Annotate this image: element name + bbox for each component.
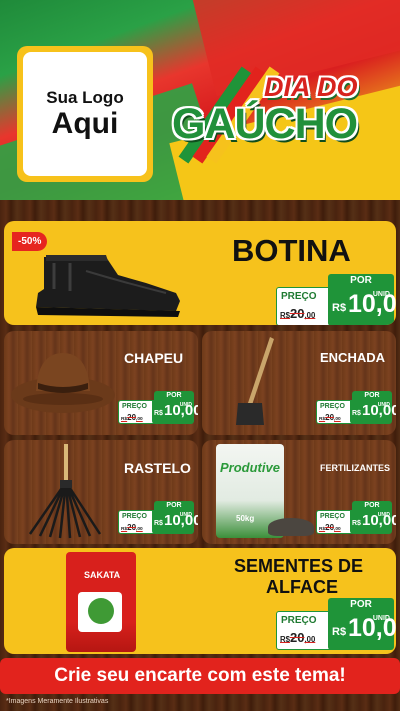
create-flyer-banner[interactable]: Crie seu encarte com este tema! — [0, 658, 400, 694]
unit-label: UNID — [179, 402, 192, 408]
old-price-dec: ,00 — [304, 635, 316, 644]
product-name: ENCHADA — [320, 350, 385, 365]
new-price-box: R$ 10,00 UNID — [328, 611, 396, 650]
currency-symbol: R$ — [154, 410, 163, 417]
new-price-box: R$ 10,00 UNID — [350, 400, 396, 424]
hat-icon — [11, 353, 115, 413]
price-tag: POR PREÇO R$20,00 R$ 10,00 UNID — [276, 598, 396, 650]
old-price-dec: ,00 — [334, 527, 341, 532]
event-title: DIA DO GAÚCHO — [172, 70, 390, 150]
product-name: RASTELO — [124, 460, 191, 476]
currency-symbol: R$ — [352, 410, 361, 417]
product-card-chapeu[interactable]: CHAPEU POR PREÇO R$20,00 R$ 10,00 UNID — [4, 331, 198, 435]
preco-label: PREÇO — [320, 403, 345, 410]
title-bottom: GAÚCHO — [172, 100, 358, 148]
product-name: FERTILIZANTES — [320, 463, 390, 473]
por-label: POR — [352, 391, 392, 400]
product-card-botina[interactable]: -50% BOTINA POR PREÇO R$20,00 R$ 10,00 U… — [4, 221, 396, 325]
por-label: POR — [154, 391, 194, 400]
price-tag: POR PREÇO R$20,00 R$ 10,00 UNID — [316, 501, 396, 534]
old-price: R$20,00 — [121, 413, 143, 422]
flag-header: Sua Logo Aqui DIA DO GAÚCHO — [0, 0, 400, 200]
product-card-enchada[interactable]: ENCHADA POR PREÇO R$20,00 R$ 10,00 UNID — [202, 331, 396, 435]
seed-pack-icon: SAKATA — [66, 552, 136, 652]
soil-pile-icon — [268, 518, 314, 536]
product-card-sementes[interactable]: SAKATA SEMENTES DE ALFACE POR PREÇO R$20… — [4, 548, 396, 654]
boot-icon — [36, 255, 180, 317]
old-price: R$20,00 — [280, 306, 316, 321]
logo-placeholder[interactable]: Sua Logo Aqui — [17, 46, 153, 182]
por-label: POR — [328, 598, 394, 611]
product-name: BOTINA — [232, 233, 351, 268]
preco-label: PREÇO — [281, 615, 317, 626]
unit-label: UNID — [377, 402, 390, 408]
old-price: R$20,00 — [280, 630, 316, 645]
pack-brand: SAKATA — [84, 570, 121, 580]
old-price-box: PREÇO R$20,00 — [276, 287, 336, 325]
old-price-dec: ,00 — [334, 417, 341, 422]
unit-label: UNID — [372, 291, 390, 298]
logo-inner: Sua Logo Aqui — [23, 52, 147, 176]
preco-label: PREÇO — [122, 403, 147, 410]
product-card-fertilizantes[interactable]: Produtive 50kg FERTILIZANTES POR PREÇO R… — [202, 440, 396, 544]
preco-label: PREÇO — [281, 291, 317, 302]
por-label: POR — [154, 501, 194, 510]
currency-symbol: R$ — [154, 520, 163, 527]
old-price: R$20,00 — [319, 413, 341, 422]
rake-icon — [28, 444, 102, 539]
old-price-box: PREÇO R$20,00 — [276, 611, 336, 650]
hoe-icon — [236, 337, 274, 425]
title-top: DIA DO — [264, 72, 358, 102]
old-price-int: 20 — [127, 523, 137, 532]
unit-label: UNID — [377, 512, 390, 518]
old-price-int: 20 — [325, 523, 335, 532]
por-label: POR — [328, 274, 394, 287]
old-price: R$20,00 — [319, 523, 341, 532]
old-price-box: PREÇO R$20,00 — [316, 400, 354, 424]
preco-label: PREÇO — [122, 513, 147, 520]
bag-brand: Produtive — [220, 460, 280, 475]
old-price-int: 20 — [127, 413, 137, 422]
product-name-line1: SEMENTES DE — [234, 556, 364, 576]
cta-text: Crie seu encarte com este tema! — [54, 665, 346, 686]
currency-symbol: R$ — [332, 302, 347, 314]
old-price-dec: ,00 — [304, 311, 316, 320]
preco-label: PREÇO — [320, 513, 345, 520]
currency-symbol: R$ — [352, 520, 361, 527]
old-price-int: 20 — [289, 306, 305, 321]
unit-label: UNID — [179, 512, 192, 518]
product-name: CHAPEU — [124, 350, 184, 366]
old-price-dec: ,00 — [136, 527, 143, 532]
old-price-box: PREÇO R$20,00 — [316, 510, 354, 534]
logo-line1: Sua Logo — [46, 88, 124, 108]
por-label: POR — [352, 501, 392, 510]
currency-symbol: R$ — [332, 626, 347, 638]
old-price-box: PREÇO R$20,00 — [118, 510, 156, 534]
unit-label: UNID — [372, 615, 390, 622]
product-name-line2: ALFACE — [266, 577, 338, 597]
new-price-box: R$ 10,00 UNID — [350, 510, 396, 534]
logo-line2: Aqui — [51, 107, 119, 141]
disclaimer-footnote: *Imagens Meramente Ilustrativas — [6, 698, 109, 705]
bag-weight: 50kg — [236, 514, 255, 523]
old-price-box: PREÇO R$20,00 — [118, 400, 156, 424]
price-tag: POR PREÇO R$20,00 R$ 10,00 UNID — [316, 391, 396, 424]
price-tag: POR PREÇO R$20,00 R$ 10,00 UNID — [276, 274, 396, 325]
old-price-int: 20 — [289, 630, 305, 645]
price-tag: POR PREÇO R$20,00 R$ 10,00 UNID — [118, 501, 198, 534]
product-card-rastelo[interactable]: RASTELO POR PREÇO R$20,00 R$ 10,00 UNID — [4, 440, 198, 544]
old-price: R$20,00 — [121, 523, 143, 532]
old-price-int: 20 — [325, 413, 335, 422]
old-price-dec: ,00 — [136, 417, 143, 422]
price-tag: POR PREÇO R$20,00 R$ 10,00 UNID — [118, 391, 198, 424]
new-price-box: R$ 10,00 UNID — [152, 400, 198, 424]
new-price-box: R$ 10,00 UNID — [328, 287, 396, 325]
new-price-box: R$ 10,00 UNID — [152, 510, 198, 534]
